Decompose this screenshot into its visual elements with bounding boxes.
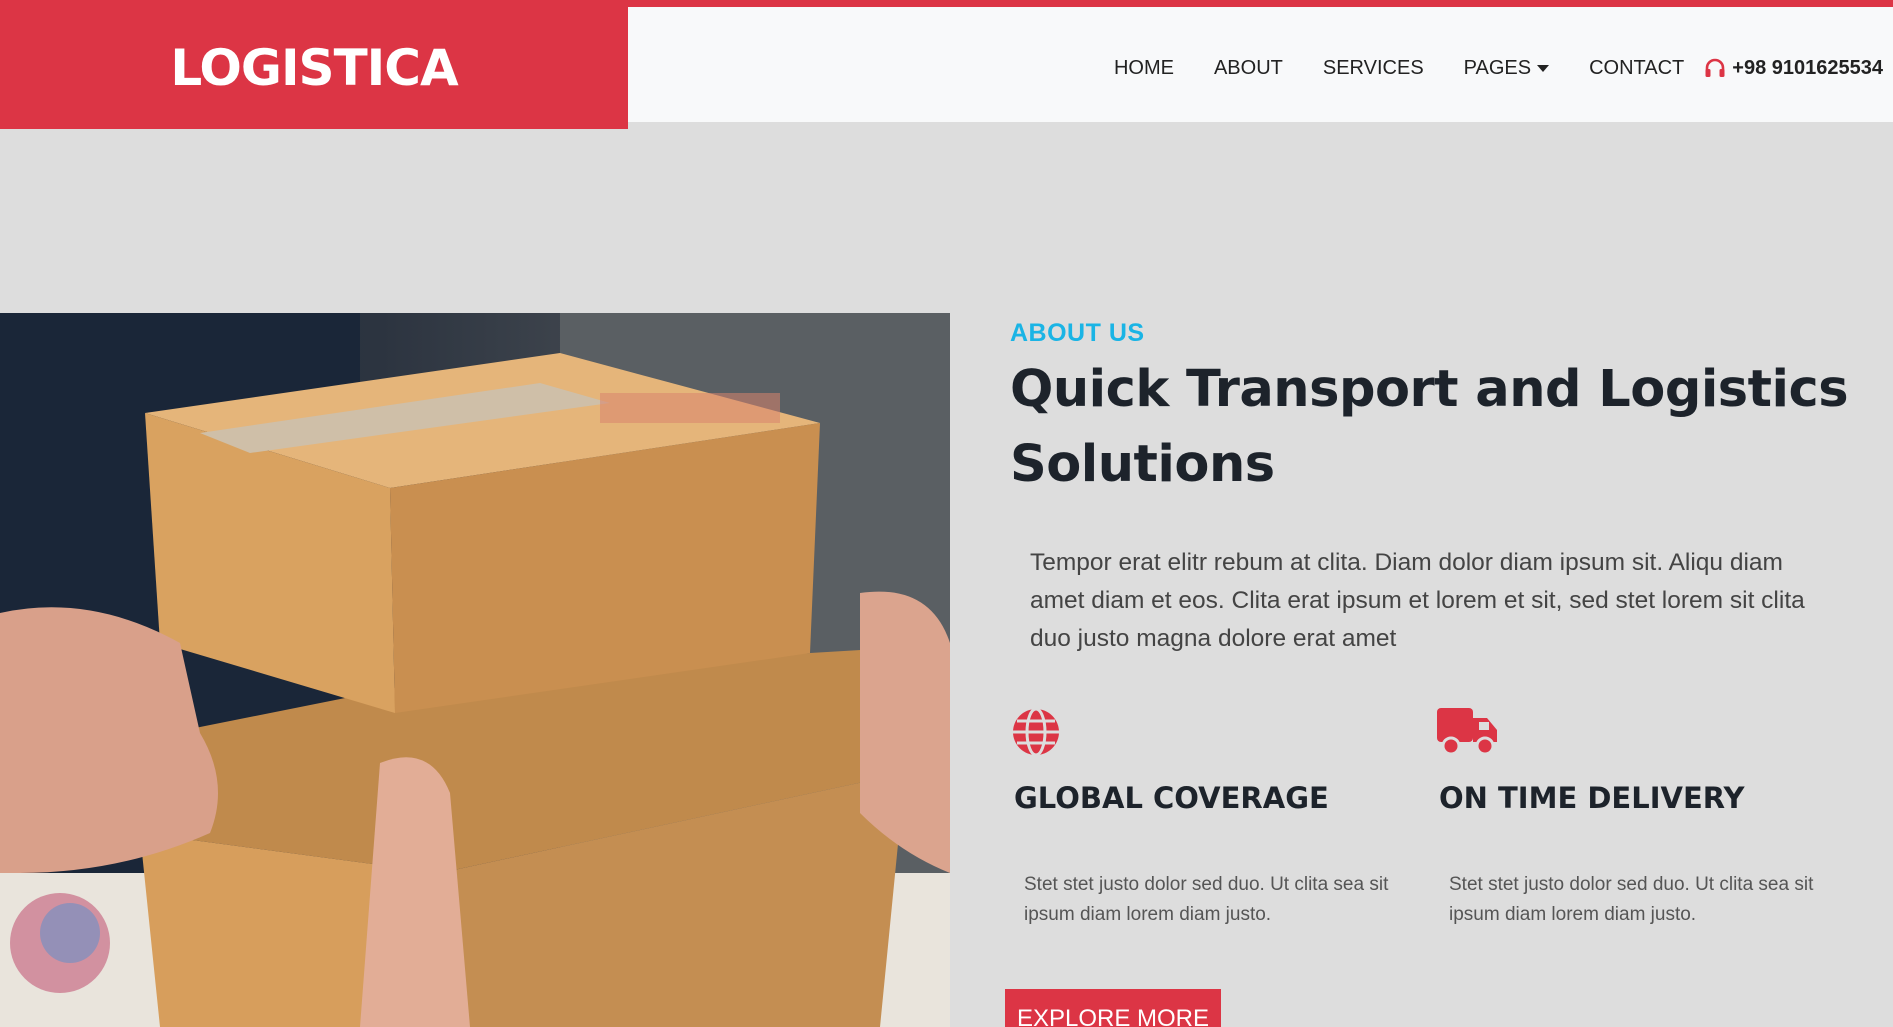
section-eyebrow: ABOUT US [1010,319,1145,347]
brand-logo[interactable]: LOGISTICA [0,7,628,129]
headset-icon [1705,58,1725,77]
globe-icon [1013,707,1059,757]
nav-contact[interactable]: CONTACT [1589,57,1684,80]
boxes-illustration [0,313,950,1027]
feature-text: Stet stet justo dolor sed duo. Ut clita … [1024,874,1389,925]
brand-name[interactable]: LOGISTICA [170,39,458,97]
section-lead: Tempor erat elitr rebum at clita. Diam d… [1030,549,1805,652]
section-headline: Quick Transport and Logistics Solutions [1010,360,1849,494]
nav-home[interactable]: HOME [1114,57,1174,80]
feature-text: Stet stet justo dolor sed duo. Ut clita … [1449,874,1814,925]
feature-title: GLOBAL COVERAGE [1014,781,1329,815]
navbar: LOGISTICA HOME ABOUT SERVICES PAGES CONT… [0,0,1893,129]
phone-number: +98 9101625534 [1732,56,1883,79]
feature-title: ON TIME DELIVERY [1439,781,1745,815]
explore-more-button[interactable]: EXPLORE MORE [1005,989,1221,1027]
nav-services[interactable]: SERVICES [1323,57,1424,80]
nav-pages-dropdown[interactable]: PAGES [1463,56,1550,80]
nav-about[interactable]: ABOUT [1214,57,1283,80]
truck-icon [1437,708,1497,756]
boxes-photo [0,313,950,1027]
caret-down-icon [1537,64,1550,72]
nav-pages-label: PAGES [1463,56,1532,79]
feature-global-coverage: GLOBAL COVERAGE Stet stet justo dolor se… [1010,706,1435,930]
feature-on-time-delivery: ON TIME DELIVERY Stet stet justo dolor s… [1435,706,1860,930]
main-nav: HOME ABOUT SERVICES PAGES CONTACT +98 91… [1114,7,1883,129]
phone-link[interactable]: +98 9101625534 [1704,57,1883,80]
features-row: GLOBAL COVERAGE Stet stet justo dolor se… [1010,706,1860,930]
about-section: ABOUT US Quick Transport and Logistics S… [1010,313,1860,930]
